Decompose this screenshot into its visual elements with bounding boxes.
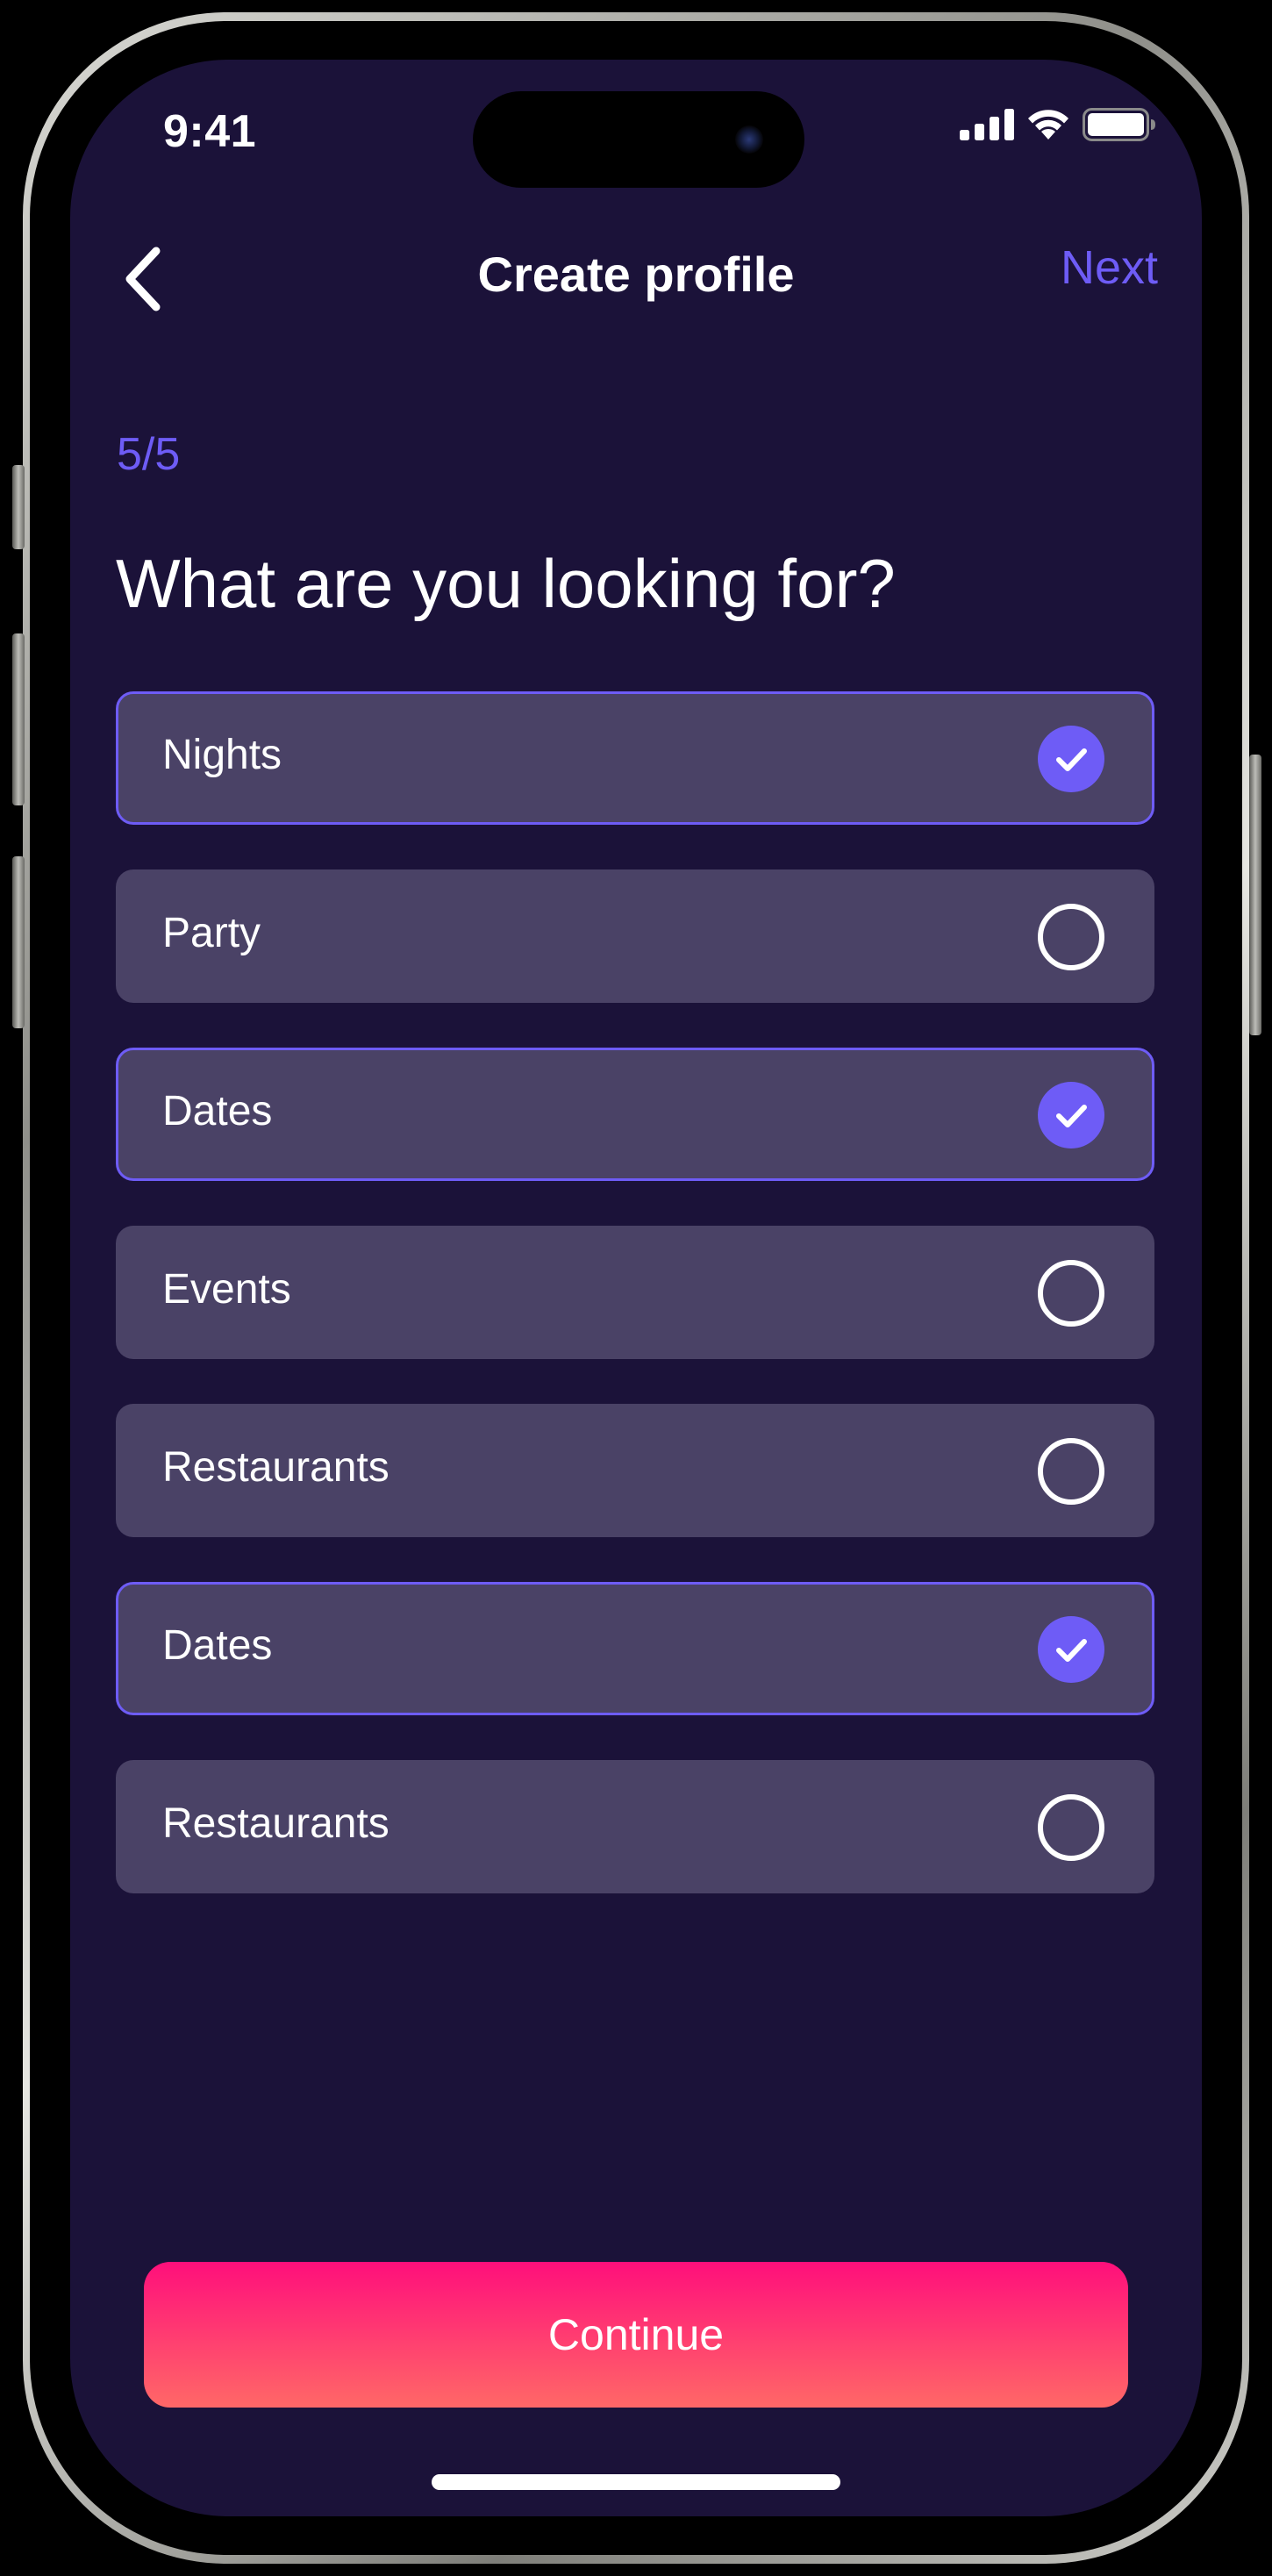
power-button	[1249, 755, 1261, 1035]
chevron-left-icon	[125, 247, 161, 311]
empty-circle-icon[interactable]	[1038, 1438, 1104, 1505]
option-label: Restaurants	[162, 1444, 389, 1491]
option-item[interactable]: Restaurants	[116, 1760, 1154, 1893]
cellular-signal-icon	[960, 109, 1014, 140]
camera-icon	[735, 125, 763, 154]
option-item[interactable]: Restaurants	[116, 1404, 1154, 1537]
option-item[interactable]: Events	[116, 1226, 1154, 1359]
checkmark-circle-icon[interactable]	[1038, 726, 1104, 792]
options-list: Nights Party Dates Events Restaurants Dates Re…	[116, 691, 1154, 1938]
status-time: 9:41	[163, 106, 257, 157]
checkmark-circle-icon[interactable]	[1038, 1082, 1104, 1148]
action-button	[12, 465, 25, 549]
option-label: Dates	[162, 1088, 273, 1134]
option-label: Party	[162, 910, 261, 956]
empty-circle-icon[interactable]	[1038, 904, 1104, 970]
battery-icon	[1083, 108, 1155, 141]
volume-down-button	[12, 856, 25, 1028]
next-button[interactable]: Next	[1061, 240, 1158, 295]
back-button[interactable]	[109, 235, 179, 323]
dynamic-island	[473, 91, 804, 188]
home-indicator	[432, 2474, 840, 2490]
option-label: Events	[162, 1266, 291, 1313]
continue-button[interactable]: Continue	[144, 2262, 1128, 2408]
option-item[interactable]: Dates	[116, 1048, 1154, 1181]
question-heading: What are you looking for?	[116, 545, 896, 622]
option-item[interactable]: Nights	[116, 691, 1154, 825]
option-label: Nights	[162, 732, 282, 778]
option-item[interactable]: Party	[116, 869, 1154, 1003]
empty-circle-icon[interactable]	[1038, 1260, 1104, 1327]
option-item[interactable]: Dates	[116, 1582, 1154, 1715]
step-indicator: 5/5	[117, 429, 181, 480]
app-screen: 9:41 Create profile Next 5/5 What are yo…	[70, 60, 1202, 2516]
status-icons	[960, 107, 1156, 142]
empty-circle-icon[interactable]	[1038, 1794, 1104, 1861]
option-label: Dates	[162, 1622, 273, 1669]
checkmark-circle-icon[interactable]	[1038, 1616, 1104, 1683]
wifi-icon	[1028, 110, 1068, 140]
volume-up-button	[12, 633, 25, 805]
option-label: Restaurants	[162, 1800, 389, 1847]
page-title: Create profile	[477, 247, 795, 302]
